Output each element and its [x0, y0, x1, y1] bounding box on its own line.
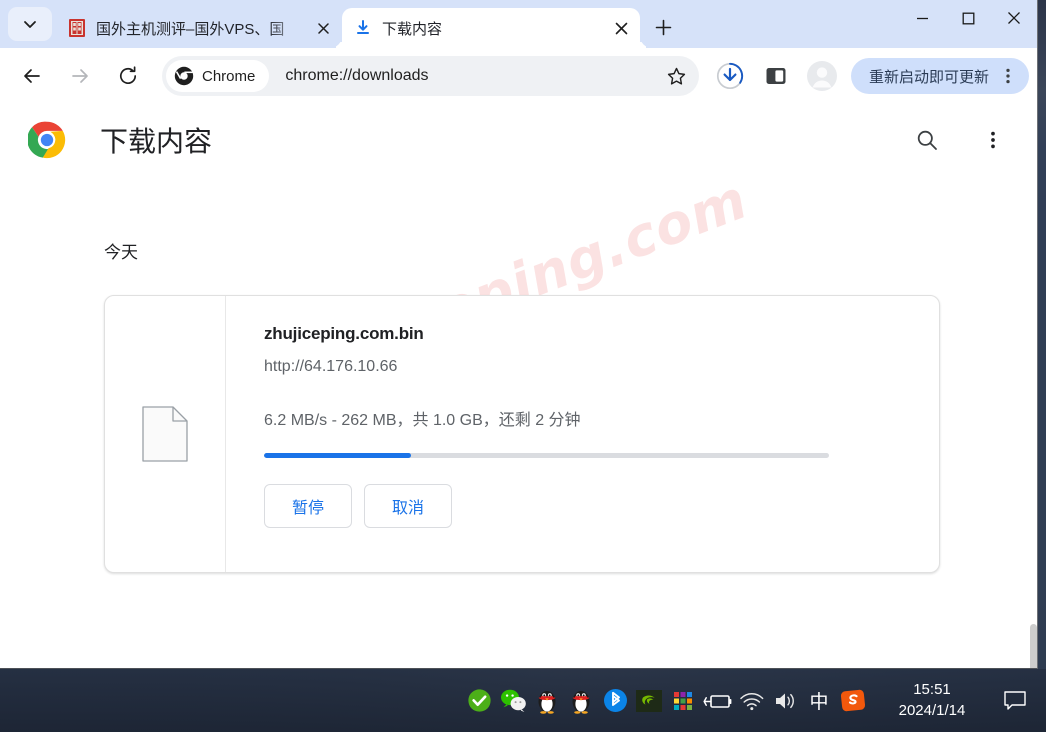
star-icon — [668, 67, 686, 85]
downloads-page-header: 下载内容 — [0, 104, 1037, 176]
close-icon — [1008, 12, 1020, 24]
minimize-icon — [916, 17, 928, 19]
green-check-icon[interactable] — [462, 681, 496, 721]
clock-time: 15:51 — [913, 681, 951, 699]
taskbar-clock[interactable]: 15:51 2024/1/14 — [880, 680, 984, 721]
chevron-down-icon — [24, 21, 36, 28]
downloads-list: 今天 zhujiceping.com.bin http://64.176.10.… — [0, 238, 1037, 573]
address-bar-url: chrome://downloads — [285, 67, 429, 84]
notification-icon — [1004, 690, 1026, 710]
battery-charging-icon[interactable] — [700, 681, 734, 721]
ime-language-indicator[interactable]: 中 — [802, 681, 836, 721]
reload-icon — [119, 66, 137, 85]
profile-avatar-icon — [806, 61, 837, 91]
update-restart-button[interactable]: 重新启动即可更新 — [850, 58, 1029, 94]
pause-button[interactable]: 暂停 — [264, 484, 352, 528]
notification-center-button[interactable] — [990, 678, 1040, 724]
tab-strip: 国外主机测评–国外VPS、国 下载内容 — [0, 0, 1037, 48]
side-panel-icon — [766, 68, 786, 84]
new-tab-icon — [655, 19, 671, 35]
page-title: 下载内容 — [100, 126, 213, 157]
tab-close-button[interactable] — [610, 17, 632, 39]
downloads-more-button[interactable] — [973, 120, 1013, 160]
chrome-search-chip[interactable]: Chrome — [166, 60, 270, 92]
tab-title: 下载内容 — [382, 20, 443, 38]
tab-site[interactable]: 国外主机测评–国外VPS、国 — [56, 8, 342, 48]
download-progress-bar — [264, 453, 829, 458]
download-progress-fill — [264, 453, 411, 458]
download-file-icon-cell — [105, 296, 226, 572]
back-button[interactable] — [14, 58, 50, 94]
nvidia-icon[interactable] — [632, 681, 666, 721]
windows-taskbar: 中 15:51 2024/1/14 — [0, 669, 1046, 732]
download-file-name[interactable]: zhujiceping.com.bin — [264, 324, 909, 344]
color-grid-icon[interactable] — [666, 681, 700, 721]
site-favicon-icon — [69, 19, 85, 37]
chrome-mono-icon — [174, 66, 194, 86]
tab-search-button[interactable] — [8, 7, 52, 41]
browser-toolbar: Chrome chrome://downloads 重新启动即可更新 — [0, 48, 1037, 104]
back-arrow-icon — [24, 69, 40, 83]
download-source-url: http://64.176.10.66 — [264, 358, 398, 375]
download-favicon-icon — [357, 20, 369, 34]
maximize-icon — [962, 12, 974, 24]
download-status-text: 6.2 MB/s - 262 MB，共 1.0 GB，还剩 2 分钟 — [264, 412, 581, 429]
profile-button[interactable] — [804, 58, 840, 94]
side-panel-button[interactable] — [758, 58, 794, 94]
kebab-menu-icon — [1006, 68, 1010, 84]
more-vertical-icon — [991, 131, 995, 149]
bluetooth-icon[interactable] — [598, 681, 632, 721]
window-close-button[interactable] — [991, 0, 1037, 36]
forward-button[interactable] — [62, 58, 98, 94]
generic-file-icon — [142, 406, 188, 462]
window-minimize-button[interactable] — [899, 0, 945, 36]
address-bar[interactable]: Chrome chrome://downloads — [162, 56, 699, 96]
chrome-chip-label: Chrome — [202, 67, 256, 85]
downloads-icon — [716, 62, 744, 90]
search-icon — [917, 130, 937, 150]
volume-icon[interactable] — [768, 681, 802, 721]
download-card-main: zhujiceping.com.bin http://64.176.10.66 … — [226, 296, 939, 572]
qq-penguin-2-icon[interactable] — [564, 681, 598, 721]
downloads-date-heading: 今天 — [104, 243, 138, 262]
cancel-button[interactable]: 取消 — [364, 484, 452, 528]
wifi-icon[interactable] — [734, 681, 768, 721]
close-icon — [615, 22, 627, 34]
browser-menu-button[interactable] — [993, 61, 1023, 91]
downloads-button[interactable] — [712, 58, 748, 94]
download-item-card[interactable]: zhujiceping.com.bin http://64.176.10.66 … — [104, 295, 940, 573]
ime-label: 中 — [809, 692, 829, 713]
downloads-search-button[interactable] — [907, 120, 947, 160]
download-card-actions: 暂停 取消 — [264, 484, 909, 528]
tab-title: 国外主机测评–国外VPS、国 — [96, 20, 285, 38]
window-controls — [899, 0, 1037, 48]
wechat-icon[interactable] — [496, 681, 530, 721]
bookmark-star-button[interactable] — [661, 60, 693, 92]
downloads-page: 下载内容 zhujiceping.com 今天 zhujiceping.com.… — [0, 104, 1037, 668]
close-icon — [317, 22, 329, 34]
tab-downloads[interactable]: 下载内容 — [342, 8, 640, 48]
page-scrollbar-thumb[interactable] — [1030, 624, 1037, 668]
browser-window: 国外主机测评–国外VPS、国 下载内容 Chrome chrome://down… — [0, 0, 1038, 669]
clock-date: 2024/1/14 — [898, 701, 966, 719]
chrome-logo-icon — [28, 121, 66, 159]
reload-button[interactable] — [110, 58, 146, 94]
qq-penguin-icon[interactable] — [530, 681, 564, 721]
update-button-label: 重新启动即可更新 — [868, 68, 989, 86]
sogou-input-icon[interactable] — [836, 681, 870, 721]
forward-arrow-icon — [72, 69, 88, 83]
window-maximize-button[interactable] — [945, 0, 991, 36]
